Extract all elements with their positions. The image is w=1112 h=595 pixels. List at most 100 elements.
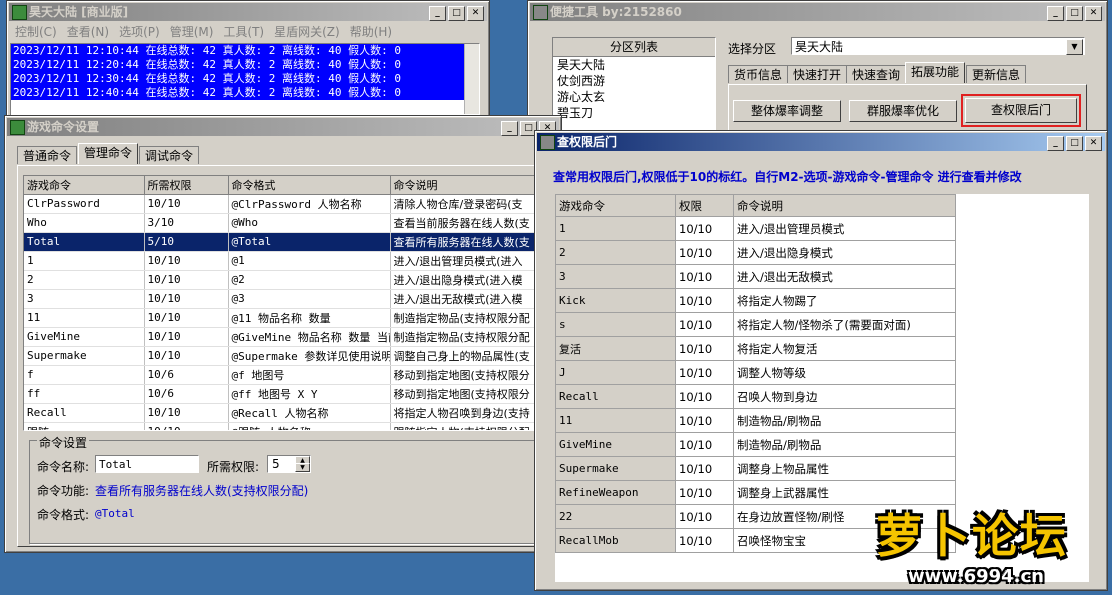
zone-list-header: 分区列表 — [553, 38, 715, 57]
menu-view[interactable]: 查看(N) — [62, 25, 114, 39]
table-cell: 1 — [555, 216, 676, 241]
table-row[interactable]: 复活 10/10 将指定人物复活 — [555, 336, 956, 361]
table-row[interactable]: GiveMine 10/10 @GiveMine 物品名称 数量 当前 制造指定物品(… — [24, 327, 554, 347]
minimize-icon[interactable]: _ — [501, 121, 518, 136]
zone-item[interactable]: 碧玉刀 — [553, 105, 715, 121]
tab-currency[interactable]: 货币信息 — [728, 65, 789, 83]
tab-admin-commands[interactable]: 管理命令 — [78, 143, 139, 164]
table-cell: @3 — [228, 289, 391, 309]
table-row[interactable]: s 10/10 将指定人物/怪物杀了(需要面对面) — [555, 312, 956, 337]
table-row[interactable]: f 10/6 @f 地图号 移动到指定地图(支持权限分 — [24, 365, 554, 385]
column-header[interactable]: 游戏命令 — [555, 194, 676, 217]
minimize-icon[interactable]: _ — [1047, 6, 1064, 21]
table-row[interactable]: 3 10/10 @3 进入/退出无敌模式(进入模 — [24, 289, 554, 309]
permission-stepper[interactable]: 5 ▲ ▼ — [267, 455, 311, 473]
table-row[interactable]: 3 10/10 进入/退出无敌模式 — [555, 264, 956, 289]
tab-quick-query[interactable]: 快速查询 — [846, 65, 907, 83]
minimize-icon[interactable]: _ — [1047, 136, 1064, 151]
app-icon — [12, 5, 27, 20]
table-cell: @GiveMine 物品名称 数量 当前 — [228, 327, 391, 347]
table-row[interactable]: 11 10/10 制造物品/刷物品 — [555, 408, 956, 433]
chevron-down-icon[interactable]: ▼ — [1066, 39, 1083, 55]
command-tabbar: 普通命令 管理命令 调试命令 — [17, 143, 317, 165]
stepper-down-icon[interactable]: ▼ — [295, 463, 310, 472]
table-row[interactable]: Recall 10/10 召唤人物到身边 — [555, 384, 956, 409]
column-header[interactable]: 命令说明 — [390, 176, 554, 195]
tab-updates[interactable]: 更新信息 — [966, 65, 1027, 83]
table-row[interactable]: GiveMine 10/10 制造物品/刷物品 — [555, 432, 956, 457]
check-permission-backdoor-button[interactable]: 查权限后门 — [965, 98, 1077, 123]
table-cell: GiveMine — [24, 327, 145, 347]
close-icon[interactable]: ✕ — [467, 6, 484, 21]
table-cell: 复活 — [555, 336, 676, 361]
table-row[interactable]: Supermake 10/10 @Supermake 参数详见使用说明 调整自己身上的… — [24, 346, 554, 366]
table-cell: 将指定人物复活 — [733, 336, 956, 361]
menu-manage[interactable]: 管理(M) — [165, 25, 219, 39]
table-row[interactable]: ClrPassword 10/10 @ClrPassword 人物名称 清除人物仓库/… — [24, 194, 554, 214]
table-row[interactable]: 2 10/10 进入/退出隐身模式 — [555, 240, 956, 265]
table-cell: 10/10 — [675, 528, 734, 553]
log-panel[interactable]: 2023/12/11 12:10:44 在线总数: 42 真人数: 2 离线数:… — [10, 43, 480, 117]
column-header[interactable]: 命令说明 — [733, 194, 956, 217]
tab-extensions[interactable]: 拓展功能 — [905, 62, 966, 83]
quick-tools-titlebar[interactable]: 便捷工具 by:2152860 _ □ ✕ — [530, 3, 1105, 21]
table-cell: 22 — [555, 504, 676, 529]
column-header[interactable]: 命令格式 — [228, 176, 391, 195]
table-row[interactable]: Total 5/10 @Total 查看所有服务器在线人数(支 — [24, 232, 554, 252]
desktop: { "main_window": { "title": "昊天大陆 [商业版]"… — [0, 0, 1112, 595]
close-icon[interactable]: ✕ — [1085, 136, 1102, 151]
table-row[interactable]: 跟随10/10@跟随 人物名称跟随指定人物(支持权限分配 — [24, 422, 554, 430]
table-cell: 调整自己身上的物品属性(支 — [390, 346, 554, 366]
table-row[interactable]: Kick 10/10 将指定人物踢了 — [555, 288, 956, 313]
command-name-input[interactable]: Total — [95, 455, 199, 473]
column-header[interactable]: 权限 — [675, 194, 734, 217]
table-row[interactable]: 11 10/10 @11 物品名称 数量 制造指定物品(支持权限分配 — [24, 308, 554, 328]
zone-item[interactable]: 游心太玄 — [553, 89, 715, 105]
zone-item[interactable]: 仗剑西游 — [553, 73, 715, 89]
command-table[interactable]: 游戏命令 所需权限 命令格式 命令说明 ClrPassword 10/10 @Clr… — [23, 175, 555, 431]
group-droprate-button[interactable]: 群服爆率优化 — [849, 100, 957, 122]
log-scrollbar[interactable] — [464, 44, 479, 114]
menu-help[interactable]: 帮助(H) — [345, 25, 397, 39]
zone-item[interactable]: 昊天大陆 — [553, 57, 715, 73]
tab-normal-commands[interactable]: 普通命令 — [17, 146, 78, 164]
command-settings-titlebar[interactable]: 游戏命令设置 _ □ ✕ — [7, 118, 559, 136]
menu-tools[interactable]: 工具(T) — [218, 25, 269, 39]
table-cell: GiveMine — [555, 432, 676, 457]
table-row[interactable]: Recall 10/10 @Recall 人物名称 将指定人物召唤到身边(支持 — [24, 403, 554, 423]
table-row[interactable]: 2 10/10 @2 进入/退出隐身模式(进入模 — [24, 270, 554, 290]
main-window-titlebar[interactable]: 昊天大陆 [商业版] _ □ ✕ — [9, 3, 487, 21]
menu-control[interactable]: 控制(C) — [10, 25, 62, 39]
tab-debug-commands[interactable]: 调试命令 — [139, 146, 200, 164]
zone-list[interactable]: 分区列表 昊天大陆 仗剑西游 游心太玄 碧玉刀 — [552, 37, 716, 131]
column-header[interactable]: 所需权限 — [144, 176, 229, 195]
table-cell: 10/10 — [675, 408, 734, 433]
tools-app-icon — [533, 5, 548, 20]
minimize-icon[interactable]: _ — [429, 6, 446, 21]
table-cell: 将指定人物召唤到身边(支持 — [390, 403, 554, 423]
permission-window-titlebar[interactable]: 查权限后门 _ □ ✕ — [537, 133, 1105, 151]
table-cell: RefineWeapon — [555, 480, 676, 505]
log-line: 2023/12/11 12:40:44 在线总数: 42 真人数: 2 离线数:… — [13, 86, 402, 99]
table-cell: @ClrPassword 人物名称 — [228, 194, 391, 214]
overall-droprate-button[interactable]: 整体爆率调整 — [733, 100, 841, 122]
table-row[interactable]: 1 10/10 进入/退出管理员模式 — [555, 216, 956, 241]
table-cell: 10/10 — [675, 336, 734, 361]
tab-quick-open[interactable]: 快速打开 — [787, 65, 848, 83]
table-cell: s — [555, 312, 676, 337]
table-cell: 10/10 — [144, 289, 229, 309]
maximize-icon[interactable]: □ — [1066, 6, 1083, 21]
close-icon[interactable]: ✕ — [1085, 6, 1102, 21]
menu-options[interactable]: 选项(P) — [114, 25, 165, 39]
column-header[interactable]: 游戏命令 — [24, 176, 145, 195]
zone-select[interactable]: 昊天大陆 ▼ — [791, 37, 1085, 55]
table-row[interactable]: 1 10/10 @1 进入/退出管理员模式(进入 — [24, 251, 554, 271]
menu-gateway[interactable]: 星盾网关(Z) — [269, 25, 345, 39]
table-row[interactable]: Supermake 10/10 调整身上物品属性 — [555, 456, 956, 481]
maximize-icon[interactable]: □ — [1066, 136, 1083, 151]
maximize-icon[interactable]: □ — [448, 6, 465, 21]
table-row[interactable]: Who 3/10 @Who 查看当前服务器在线人数(支 — [24, 213, 554, 233]
table-row[interactable]: J 10/10 调整人物等级 — [555, 360, 956, 385]
table-cell: ClrPassword — [24, 194, 145, 214]
table-row[interactable]: ff 10/6 @ff 地图号 X Y 移动到指定地图(支持权限分 — [24, 384, 554, 404]
